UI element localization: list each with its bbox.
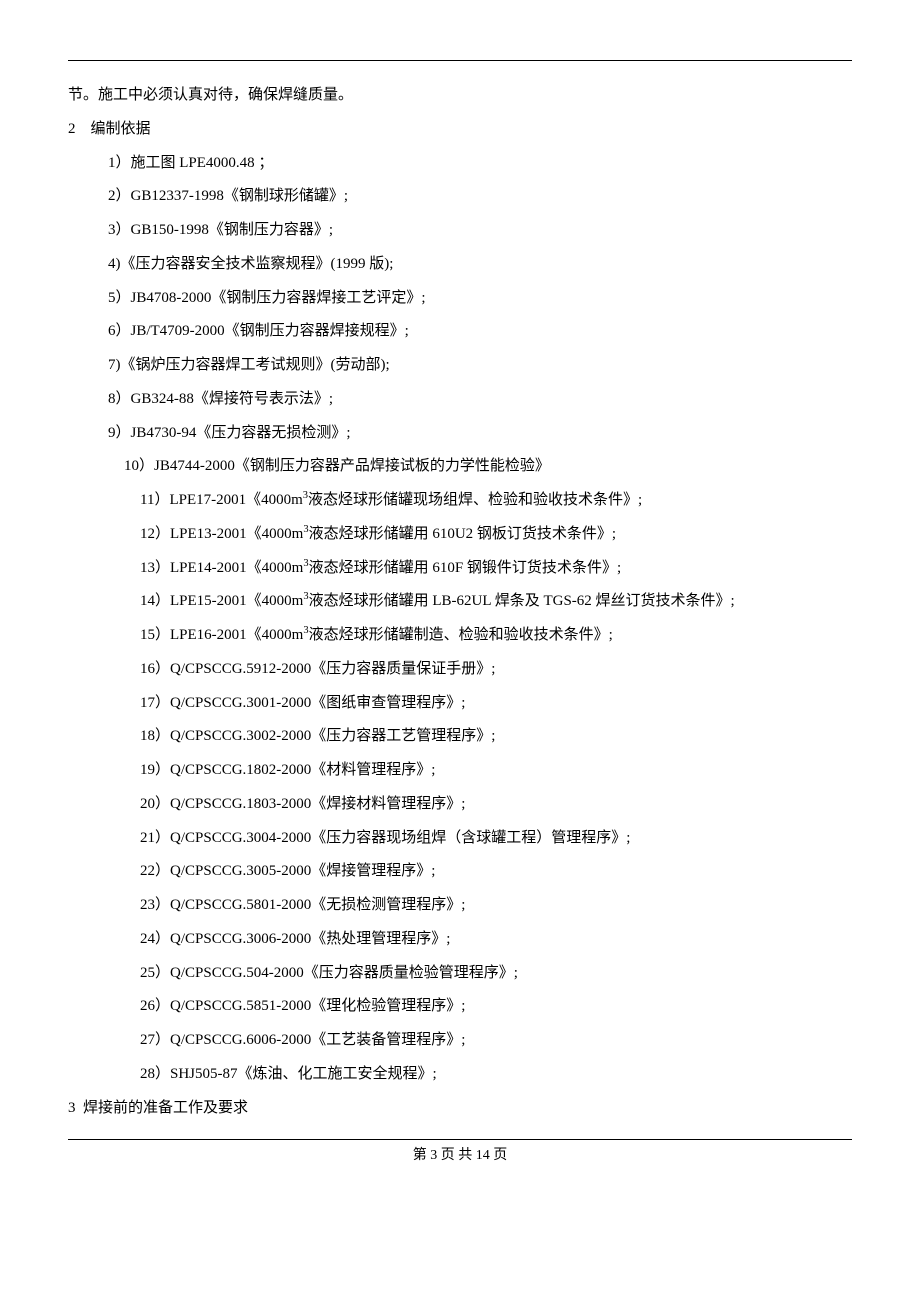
list-item: 15）LPE16-2001《4000m3液态烃球形储罐制造、检验和验收技术条件》… <box>68 619 852 653</box>
list-item: 7)《锅炉压力容器焊工考试规则》(劳动部); <box>68 349 852 383</box>
list-item: 12）LPE13-2001《4000m3液态烃球形储罐用 610U2 钢板订货技… <box>68 518 852 552</box>
text-pre: 14）LPE15-2001《4000m <box>140 593 303 609</box>
document-page: 节。施工中必须认真对待，确保焊缝质量。 2 编制依据 1）施工图 LPE4000… <box>0 0 920 1214</box>
list-item: 10）JB4744-2000《钢制压力容器产品焊接试板的力学性能检验》 <box>68 450 852 484</box>
section-3-heading: 3 焊接前的准备工作及要求 <box>68 1092 852 1126</box>
list-item: 27）Q/CPSCCG.6006-2000《工艺装备管理程序》; <box>68 1024 852 1058</box>
list-item: 18）Q/CPSCCG.3002-2000《压力容器工艺管理程序》; <box>68 720 852 754</box>
text-pre: 11）LPE17-2001《4000m <box>140 492 303 508</box>
list-item: 23）Q/CPSCCG.5801-2000《无损检测管理程序》; <box>68 889 852 923</box>
opening-line: 节。施工中必须认真对待，确保焊缝质量。 <box>68 79 852 113</box>
header-rule <box>68 60 852 61</box>
footer-rule <box>68 1139 852 1140</box>
text-pre: 12）LPE13-2001《4000m <box>140 526 303 542</box>
list-item: 17）Q/CPSCCG.3001-2000《图纸审查管理程序》; <box>68 687 852 721</box>
list-item: 26）Q/CPSCCG.5851-2000《理化检验管理程序》; <box>68 990 852 1024</box>
text-pre: 15）LPE16-2001《4000m <box>140 627 303 643</box>
list-item: 21）Q/CPSCCG.3004-2000《压力容器现场组焊（含球罐工程）管理程… <box>68 822 852 856</box>
text-post: 液态烃球形储罐制造、检验和验收技术条件》; <box>309 627 613 643</box>
list-item: 25）Q/CPSCCG.504-2000《压力容器质量检验管理程序》; <box>68 957 852 991</box>
text-post: 液态烃球形储罐用 610U2 钢板订货技术条件》; <box>309 526 617 542</box>
list-item: 28）SHJ505-87《炼油、化工施工安全规程》; <box>68 1058 852 1092</box>
list-item: 3）GB150-1998《钢制压力容器》; <box>68 214 852 248</box>
list-item: 22）Q/CPSCCG.3005-2000《焊接管理程序》; <box>68 855 852 889</box>
text-pre: 13）LPE14-2001《4000m <box>140 560 303 576</box>
list-item: 1）施工图 LPE4000.48 ； <box>68 147 852 181</box>
list-item: 19）Q/CPSCCG.1802-2000《材料管理程序》; <box>68 754 852 788</box>
list-item: 2）GB12337-1998《钢制球形储罐》; <box>68 180 852 214</box>
list-item: 16）Q/CPSCCG.5912-2000《压力容器质量保证手册》; <box>68 653 852 687</box>
list-item: 5）JB4708-2000《钢制压力容器焊接工艺评定》; <box>68 282 852 316</box>
text-post: 液态烃球形储罐用 LB-62UL 焊条及 TGS-62 焊丝订货技术条件》; <box>309 593 735 609</box>
list-item: 4)《压力容器安全技术监察规程》(1999 版); <box>68 248 852 282</box>
list-item: 24）Q/CPSCCG.3006-2000《热处理管理程序》; <box>68 923 852 957</box>
list-item: 13）LPE14-2001《4000m3液态烃球形储罐用 610F 钢锻件订货技… <box>68 552 852 586</box>
page-number: 第 3 页 共 14 页 <box>68 1144 852 1184</box>
text-post: 液态烃球形储罐现场组焊、检验和验收技术条件》; <box>308 492 642 508</box>
list-item: 20）Q/CPSCCG.1803-2000《焊接材料管理程序》; <box>68 788 852 822</box>
list-item: 14）LPE15-2001《4000m3液态烃球形储罐用 LB-62UL 焊条及… <box>68 585 852 619</box>
list-item: 11）LPE17-2001《4000m3液态烃球形储罐现场组焊、检验和验收技术条… <box>68 484 852 518</box>
list-item: 6）JB/T4709-2000《钢制压力容器焊接规程》; <box>68 315 852 349</box>
section-2-heading: 2 编制依据 <box>68 113 852 147</box>
list-item: 8）GB324-88《焊接符号表示法》; <box>68 383 852 417</box>
text-post: 液态烃球形储罐用 610F 钢锻件订货技术条件》; <box>309 560 622 576</box>
list-item: 9）JB4730-94《压力容器无损检测》; <box>68 417 852 451</box>
